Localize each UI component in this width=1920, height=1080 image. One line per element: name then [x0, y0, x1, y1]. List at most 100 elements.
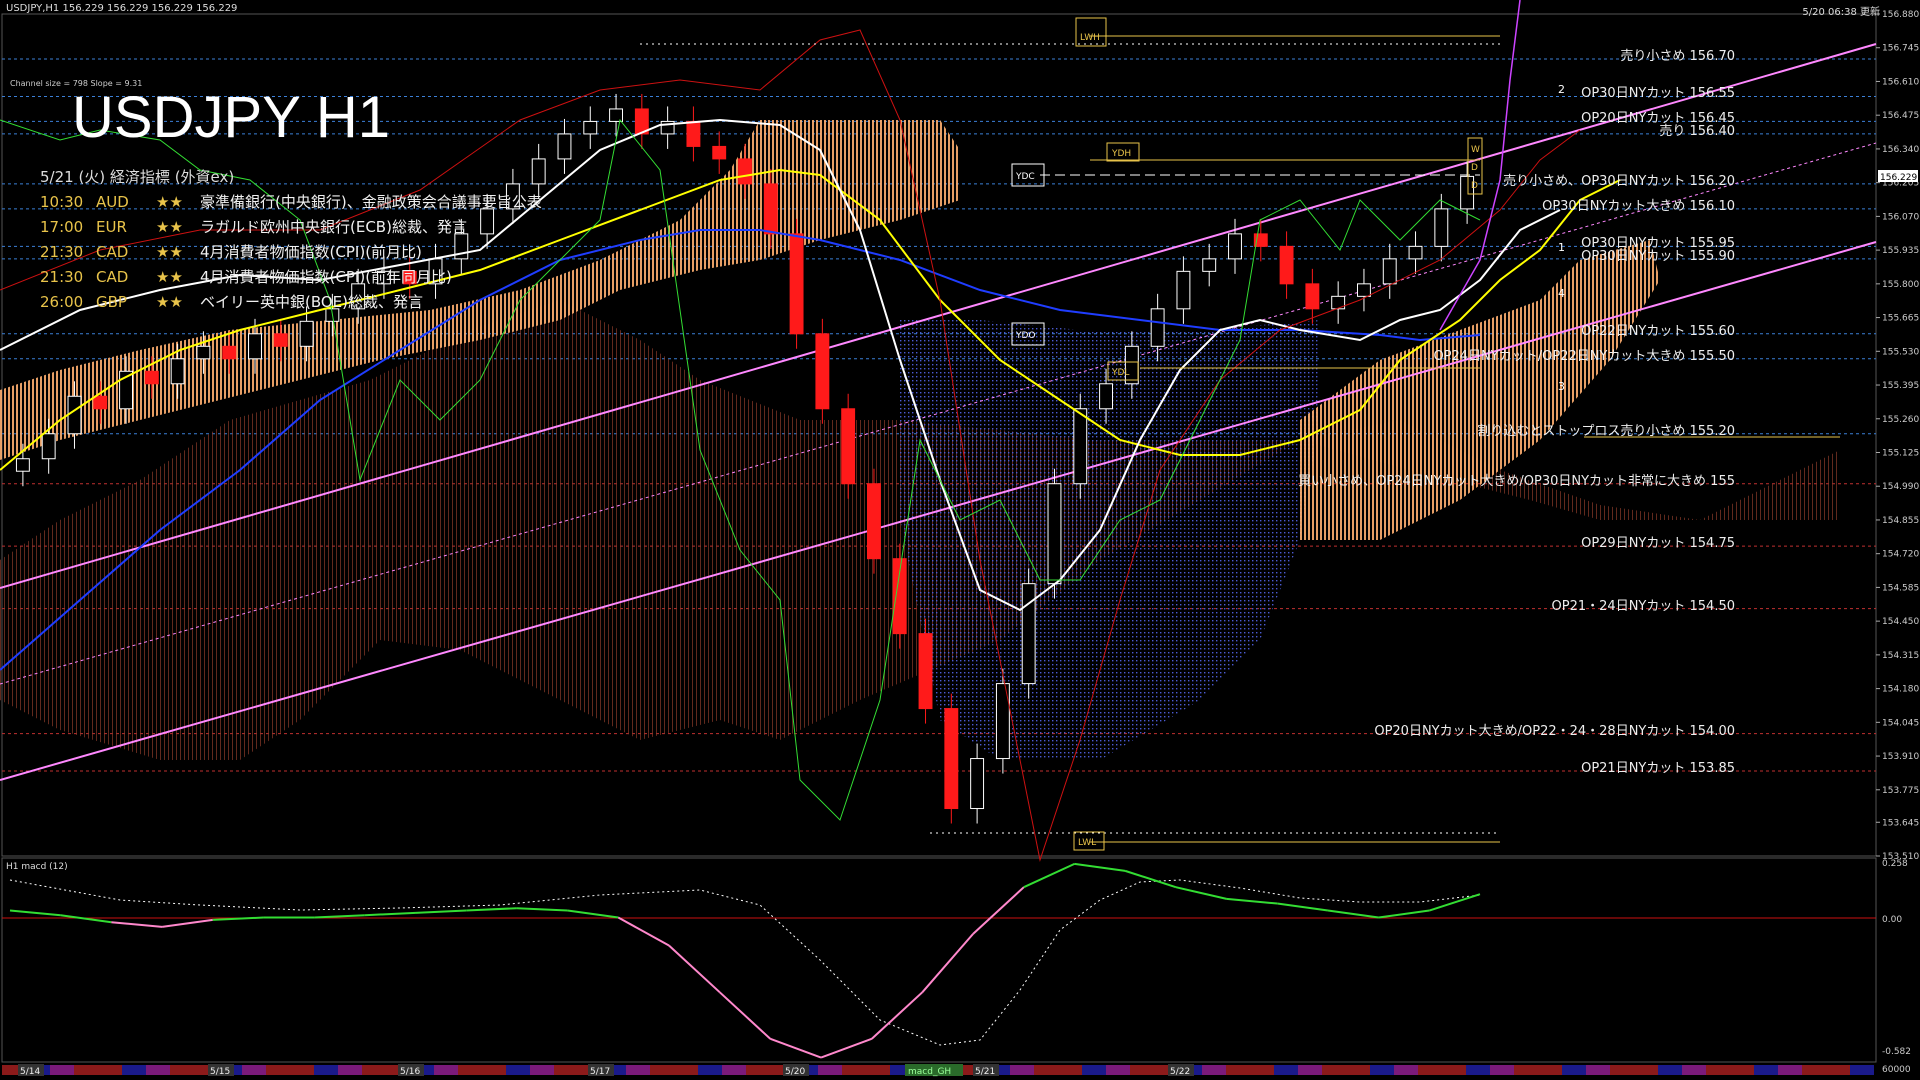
time-tick-label: 5/15 — [210, 1067, 230, 1077]
candle-body — [609, 108, 624, 122]
session-segment — [506, 1065, 530, 1075]
price-tick-label: 156.070 — [1882, 212, 1919, 222]
event-time: 21:30 — [40, 268, 84, 286]
session-segment — [1394, 1065, 1418, 1075]
macd-tick-label: 60000 — [1882, 1065, 1911, 1075]
price-tick-label: 156.340 — [1882, 145, 1919, 155]
price-tick-label: 153.645 — [1882, 818, 1919, 828]
session-segment — [698, 1065, 722, 1075]
price-tick-label: 155.800 — [1882, 280, 1919, 290]
candle-body — [1408, 245, 1423, 260]
session-segment — [1082, 1065, 1106, 1075]
price-tick-label: 155.935 — [1882, 246, 1919, 256]
candle-body — [815, 333, 830, 410]
session-segment — [1466, 1065, 1490, 1075]
candle-body — [170, 358, 185, 385]
price-tick-label: 154.180 — [1882, 685, 1919, 695]
current-price: 156.229 — [1880, 173, 1917, 183]
event-row: 17:00 EUR ★★ ラガルド欧州中央銀行(ECB)総裁、発言 — [40, 215, 542, 240]
macd-segment — [1429, 893, 1481, 912]
macd-segment — [972, 886, 1025, 935]
wave-label-3: 3 — [1558, 380, 1565, 393]
session-segment — [1058, 1065, 1082, 1075]
session-segment — [1250, 1065, 1274, 1075]
update-timestamp: 5/20 06:38 更新 — [1802, 7, 1880, 18]
candle-body — [970, 758, 985, 810]
macd-segment — [9, 909, 61, 917]
session-segment — [1754, 1065, 1778, 1075]
candle-body — [1357, 283, 1371, 297]
macd-segment — [617, 916, 670, 947]
candle-body — [583, 120, 598, 135]
macd-tick-label: 0.258 — [1882, 859, 1908, 869]
candle-body — [93, 395, 108, 410]
macd-segment — [314, 914, 365, 919]
symbol-info: USDJPY,H1 156.229 156.229 156.229 156.22… — [6, 3, 238, 14]
chart-title: USDJPY H1 — [72, 85, 391, 150]
level-annotation: 売り小さめ 156.70 — [1620, 48, 1735, 64]
macd-segment — [516, 907, 568, 912]
candle-body — [841, 408, 856, 485]
session-segment — [818, 1065, 842, 1075]
candle-body — [738, 158, 752, 185]
macd-tick-label: 0.00 — [1882, 915, 1902, 925]
candle-body — [299, 320, 314, 347]
candle-body — [248, 333, 262, 360]
level-annotation: OP24日NYカット/OP22日NYカット大きめ 155.50 — [1433, 348, 1735, 364]
event-time: 17:00 — [40, 218, 84, 236]
session-segment — [458, 1065, 482, 1075]
event-desc: 4月消費者物価指数(CPI)(前年同月比) — [200, 268, 452, 286]
price-tick-label: 156.475 — [1882, 111, 1919, 121]
box-ydc: YDC — [1015, 172, 1035, 182]
session-segment — [1586, 1065, 1610, 1075]
box-ydo: YDO — [1015, 331, 1036, 341]
candle-body — [1073, 408, 1088, 485]
macd-segment — [921, 933, 974, 993]
candle-body — [1150, 308, 1165, 347]
event-row: 21:30 CAD ★★ 4月消費者物価指数(CPI)(前年同月比) — [40, 265, 542, 290]
session-segment — [650, 1065, 674, 1075]
candle-body — [763, 183, 778, 235]
time-tick-label: 5/21 — [975, 1067, 995, 1077]
candle-body — [1228, 233, 1242, 260]
event-row: 21:30 CAD ★★ 4月消費者物価指数(CPI)(前月比) — [40, 240, 542, 265]
box-ydl: YDL — [1111, 368, 1129, 378]
session-segment — [554, 1065, 578, 1075]
candle-body — [41, 433, 56, 460]
event-desc: 豪準備銀行(中央銀行)、金融政策会合議事要旨公表 — [200, 193, 542, 211]
session-segment — [1226, 1065, 1250, 1075]
price-tick-label: 155.125 — [1882, 448, 1919, 458]
wave-label-2: 2 — [1558, 83, 1565, 96]
price-tick-label: 155.395 — [1882, 381, 1919, 391]
session-segment — [1706, 1065, 1730, 1075]
session-segment — [122, 1065, 146, 1075]
session-segment — [626, 1065, 650, 1075]
candle-body — [789, 233, 804, 335]
candle-body — [1176, 270, 1191, 310]
macd-segment — [364, 911, 416, 917]
box-lwh: LWH — [1080, 33, 1100, 43]
candle-body — [1305, 283, 1320, 310]
price-tick-label: 156.880 — [1882, 10, 1919, 20]
session-segment — [50, 1065, 74, 1075]
price-axis: 156.880 156.745 156.610 156.475 156.340 156.2… — [1876, 10, 1919, 862]
macd-segment — [466, 907, 517, 912]
price-tick-label: 155.530 — [1882, 347, 1919, 357]
session-segment — [1322, 1065, 1346, 1075]
session-segment — [530, 1065, 554, 1075]
macd-segment — [1277, 902, 1329, 912]
candle-body — [222, 345, 237, 360]
event-ccy: AUD — [96, 193, 129, 211]
session-segment — [1634, 1065, 1658, 1075]
level-annotation: OP30日NYカット 155.90 — [1581, 248, 1735, 264]
price-tick-label: 154.855 — [1882, 516, 1919, 526]
session-segment — [1514, 1065, 1538, 1075]
price-tick-label: 154.450 — [1882, 617, 1919, 627]
session-segment — [722, 1065, 746, 1075]
session-segment — [1730, 1065, 1754, 1075]
session-segment — [146, 1065, 170, 1075]
session-segment — [746, 1065, 770, 1075]
level-annotation: OP30日NYカット 156.55 — [1581, 86, 1735, 102]
level-annotation: 売り 156.40 — [1659, 123, 1735, 139]
macd-segment — [871, 991, 924, 1040]
